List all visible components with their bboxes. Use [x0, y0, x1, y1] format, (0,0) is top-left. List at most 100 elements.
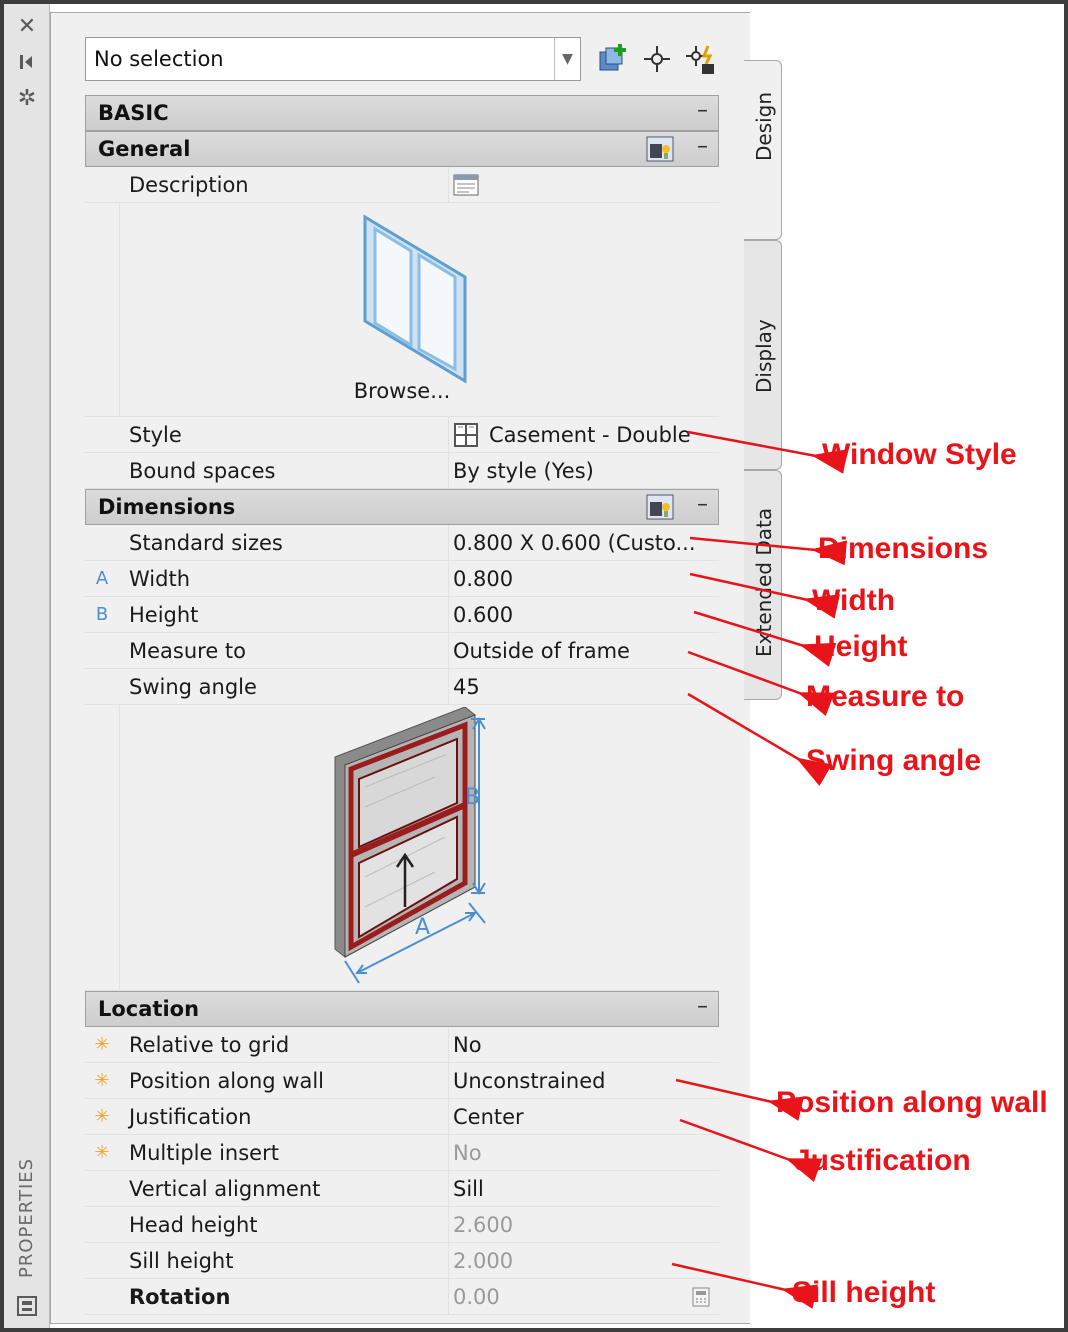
property-label: Sill height	[119, 1243, 449, 1278]
category-dimensions[interactable]: Dimensions –	[85, 489, 719, 525]
category-location[interactable]: Location –	[85, 991, 719, 1027]
property-row-justification[interactable]: ✳ Justification Center	[85, 1099, 719, 1135]
annotation-position-along-wall: Position along wall	[776, 1086, 1048, 1119]
property-value: 45	[453, 674, 480, 699]
property-row-sill-height[interactable]: Sill height 2.000	[85, 1243, 719, 1279]
property-row-head-height[interactable]: Head height 2.600	[85, 1207, 719, 1243]
anchor-star-icon: ✳	[94, 1142, 110, 1163]
annotation-swing-angle: Swing angle	[806, 744, 982, 777]
property-row-style[interactable]: Style Casement - Double	[85, 417, 719, 453]
close-icon[interactable]: ✕	[13, 12, 41, 40]
property-value: No	[453, 1140, 482, 1165]
property-row-bound-spaces[interactable]: Bound spaces By style (Yes)	[85, 453, 719, 489]
chevron-down-icon[interactable]: ▼	[554, 38, 580, 80]
window-dimension-diagram	[334, 707, 486, 984]
dimensions-preview-row: B A	[85, 705, 719, 991]
row-marker	[85, 525, 119, 560]
annotation-sill-height: Sill height	[792, 1276, 936, 1309]
annotation-height: Height	[814, 630, 908, 663]
property-label: Measure to	[119, 633, 449, 668]
property-label: Standard sizes	[119, 525, 449, 560]
add-to-set-icon[interactable]	[595, 41, 631, 77]
property-value: Sill	[453, 1176, 484, 1201]
palette-strip: ✕ ✲ PROPERTIES	[4, 4, 50, 1328]
annotation-measure-to: Measure to	[806, 680, 965, 713]
category-general[interactable]: General –	[85, 131, 719, 167]
description-editor-icon[interactable]	[453, 174, 479, 196]
property-label: Description	[119, 167, 449, 202]
dimension-a-marker: A	[95, 568, 109, 589]
property-value: Center	[453, 1104, 524, 1129]
property-row-description[interactable]: Description	[85, 167, 719, 203]
property-row-multiple-insert[interactable]: ✳ Multiple insert No	[85, 1135, 719, 1171]
diagram-label-a: A	[415, 915, 431, 940]
category-title: BASIC	[98, 101, 169, 125]
window-style-icon	[454, 422, 478, 447]
property-row-swing-angle[interactable]: Swing angle 45	[85, 669, 719, 705]
property-value: 0.800 X 0.600 (Custo...	[453, 530, 696, 555]
property-grid: BASIC – General – Description Browse...	[85, 95, 719, 1315]
property-value: Casement - Double	[489, 422, 691, 447]
property-label: Width	[119, 561, 449, 596]
style-editor-icon[interactable]	[646, 136, 674, 162]
property-value: Unconstrained	[453, 1068, 606, 1093]
property-label: Head height	[119, 1207, 449, 1242]
property-label: Bound spaces	[119, 453, 449, 488]
select-objects-icon[interactable]	[639, 41, 675, 77]
property-value: 0.800	[453, 566, 514, 591]
properties-panel: No selection ▼ BASIC – General – Descrip…	[50, 12, 750, 1324]
property-label: Relative to grid	[119, 1027, 449, 1062]
style-editor-icon[interactable]	[646, 494, 674, 520]
property-value: 2.000	[453, 1248, 514, 1273]
annotation-justification: Justification	[794, 1144, 971, 1177]
collapse-icon[interactable]: –	[697, 98, 708, 123]
window-style-thumbnail[interactable]	[355, 213, 475, 383]
anchor-star-icon: ✳	[94, 1106, 110, 1127]
collapse-icon[interactable]: –	[697, 492, 708, 517]
property-row-vertical-alignment[interactable]: Vertical alignment Sill	[85, 1171, 719, 1207]
category-basic[interactable]: BASIC –	[85, 95, 719, 131]
gear-icon[interactable]: ✲	[13, 84, 41, 112]
dimension-b-marker: B	[95, 604, 109, 625]
property-row-standard-sizes[interactable]: Standard sizes 0.800 X 0.600 (Custo...	[85, 525, 719, 561]
property-value: By style (Yes)	[453, 458, 594, 483]
property-row-measure-to[interactable]: Measure to Outside of frame	[85, 633, 719, 669]
row-marker	[85, 669, 119, 704]
browse-link[interactable]: Browse...	[85, 379, 719, 403]
tab-extended-data[interactable]: Extended Data	[744, 470, 782, 700]
anchor-star-icon: ✳	[94, 1034, 110, 1055]
collapse-icon[interactable]: –	[697, 134, 708, 159]
property-row-relative-to-grid[interactable]: ✳ Relative to grid No	[85, 1027, 719, 1063]
property-value: Outside of frame	[453, 638, 630, 663]
category-title: General	[98, 137, 191, 161]
collapse-icon[interactable]: –	[697, 994, 708, 1019]
property-label: Justification	[119, 1099, 449, 1134]
property-label: Vertical alignment	[119, 1171, 449, 1206]
annotation-dimensions: Dimensions	[818, 532, 989, 565]
quick-select-icon[interactable]	[683, 41, 719, 77]
diagram-label-b: B	[465, 785, 481, 810]
property-row-width[interactable]: A Width 0.800	[85, 561, 719, 597]
property-value: No	[453, 1032, 482, 1057]
property-value: 0.00	[453, 1284, 500, 1309]
panel-icon[interactable]	[13, 1292, 41, 1320]
property-label: Rotation	[119, 1279, 449, 1314]
calculator-icon[interactable]	[691, 1287, 711, 1307]
annotation-window-style: Window Style	[822, 438, 1017, 471]
tab-display[interactable]: Display	[744, 240, 782, 470]
property-label: Height	[119, 597, 449, 632]
property-row-position-along-wall[interactable]: ✳ Position along wall Unconstrained	[85, 1063, 719, 1099]
property-label: Swing angle	[119, 669, 449, 704]
property-label: Style	[119, 417, 449, 452]
category-title: Dimensions	[98, 495, 236, 519]
property-row-height[interactable]: B Height 0.600	[85, 597, 719, 633]
tab-design[interactable]: Design	[744, 60, 782, 240]
pin-icon[interactable]	[13, 48, 41, 76]
style-preview-row: Browse...	[85, 203, 719, 417]
selection-dropdown[interactable]: No selection ▼	[85, 37, 581, 81]
property-label: Multiple insert	[119, 1135, 449, 1170]
property-value: 0.600	[453, 602, 514, 627]
palette-title: PROPERTIES	[16, 1157, 37, 1278]
property-row-rotation[interactable]: Rotation 0.00	[85, 1279, 719, 1315]
row-marker	[85, 633, 119, 668]
